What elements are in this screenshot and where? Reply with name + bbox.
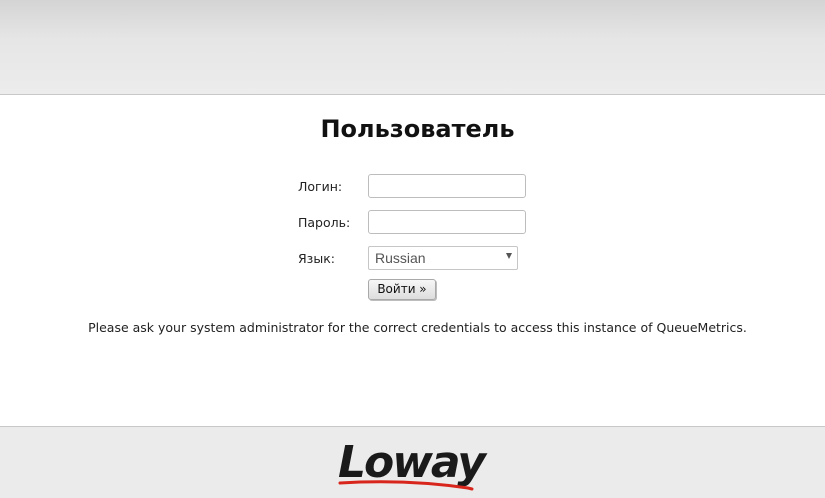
language-row: Язык: Russian [0,246,825,272]
page-title: Пользователь [320,115,515,143]
username-row: Логин: [0,174,825,200]
language-label: Язык: [298,251,335,266]
username-input[interactable] [368,174,526,198]
dropdown-arrow-icon [506,253,512,259]
logo-wordmark: Loway [338,437,488,488]
password-label: Пароль: [298,215,351,230]
password-row: Пароль: [0,210,825,236]
submit-row: Войти » [0,279,825,305]
header-band [0,0,825,95]
footer-band: Loway [0,426,825,498]
loway-logo: Loway [338,437,490,491]
language-select[interactable]: Russian [368,246,518,270]
credentials-notice: Please ask your system administrator for… [88,320,747,335]
password-input[interactable] [368,210,526,234]
username-label: Логин: [298,179,343,194]
login-button[interactable]: Войти » [368,279,436,300]
language-select-value: Russian [375,250,426,266]
login-panel: Пользователь Логин: Пароль: Язык: Russia… [0,95,825,426]
